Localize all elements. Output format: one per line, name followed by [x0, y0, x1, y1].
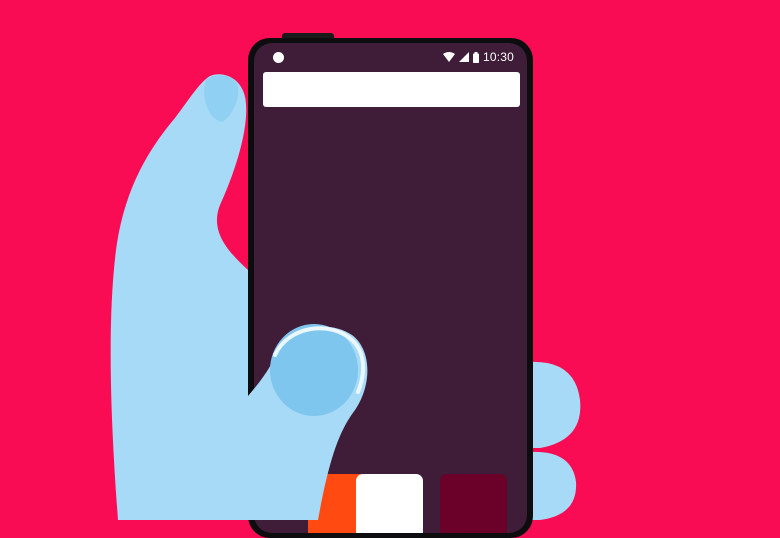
thumbnail	[270, 324, 358, 416]
illustration-scene: 10:30	[0, 0, 780, 538]
hand-illustration	[110, 74, 368, 520]
